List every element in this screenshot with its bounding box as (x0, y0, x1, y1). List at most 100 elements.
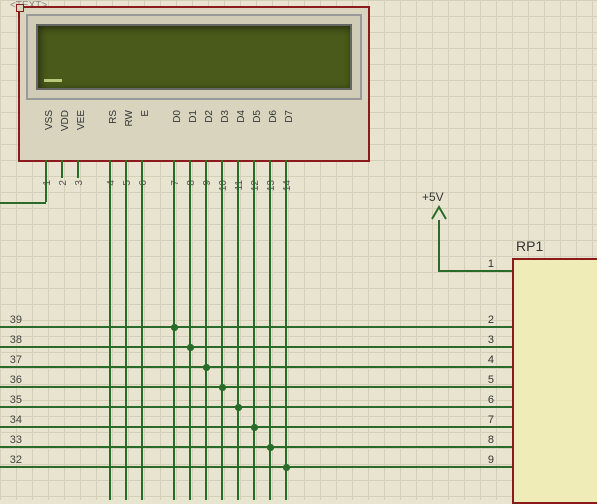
rp1-pin-number: 4 (480, 354, 494, 366)
pin-stub (173, 160, 175, 178)
pin-stub (269, 160, 271, 178)
pin-stub (496, 366, 512, 368)
wire (205, 178, 207, 500)
pin-stub (0, 386, 30, 388)
rp1-pin-number: 8 (480, 434, 494, 446)
wire (253, 178, 255, 500)
pin-stub (496, 466, 512, 468)
pin-stub (221, 160, 223, 178)
pin-number: 14 (282, 180, 293, 191)
pin-stub (0, 366, 30, 368)
wire (30, 466, 286, 468)
junction-icon (219, 384, 226, 391)
pin-number: 6 (138, 180, 149, 186)
junction-icon (187, 344, 194, 351)
wire (285, 178, 287, 500)
wire (438, 220, 440, 272)
lcd-frame (26, 14, 362, 100)
pin-stub (125, 160, 127, 178)
rp1-pin-number: 1 (480, 258, 494, 270)
mcu-pin-number: 34 (2, 414, 22, 426)
pin-stub (237, 160, 239, 178)
lcd-pin-label: VDD (60, 110, 71, 131)
wire (254, 426, 496, 428)
wire (30, 326, 174, 328)
rp1-component[interactable] (512, 258, 597, 504)
pin-stub (496, 326, 512, 328)
pin-number: 3 (74, 180, 85, 186)
wire (30, 346, 190, 348)
wire (30, 426, 254, 428)
junction-icon (235, 404, 242, 411)
rp1-pin-number: 2 (480, 314, 494, 326)
junction-icon (171, 324, 178, 331)
wire (269, 178, 271, 500)
pin-number: 8 (186, 180, 197, 186)
rp1-pin-number: 6 (480, 394, 494, 406)
wire (30, 366, 206, 368)
lcd-pin-label: D1 (188, 110, 199, 123)
lcd-pin-label: D2 (204, 110, 215, 123)
junction-icon (203, 364, 210, 371)
pin-stub (0, 346, 30, 348)
rp1-pin-number: 7 (480, 414, 494, 426)
lcd-screen (36, 24, 352, 90)
wire (206, 366, 496, 368)
mcu-pin-number: 33 (2, 434, 22, 446)
wire (30, 446, 270, 448)
lcd-pin-label: E (140, 110, 151, 117)
pin-stub (253, 160, 255, 178)
lcd-pin-label: D6 (268, 110, 279, 123)
lcd-pin-label: D0 (172, 110, 183, 123)
pin-stub (0, 446, 30, 448)
pin-stub (496, 446, 512, 448)
lcd-pin-label: VSS (44, 110, 55, 130)
pin-stub (285, 160, 287, 178)
lcd-pin-label: RW (124, 110, 135, 126)
rp1-pin-number: 3 (480, 334, 494, 346)
lcd-pin-label: D7 (284, 110, 295, 123)
power-label: +5V (422, 190, 444, 204)
junction-icon (267, 444, 274, 451)
wire (189, 178, 191, 500)
wire (190, 346, 496, 348)
lcd-component[interactable]: VSSVDDVEERSRWED0D1D2D3D4D5D6D7 (18, 6, 370, 162)
pin-stub (77, 160, 79, 178)
wire (173, 178, 175, 500)
pin-number: 7 (170, 180, 181, 186)
pin-stub (141, 160, 143, 178)
pin-number: 9 (202, 180, 213, 186)
junction-icon (251, 424, 258, 431)
pin-stub (496, 270, 512, 272)
junction-icon (283, 464, 290, 471)
anchor-icon (16, 4, 24, 12)
pin-number: 11 (234, 180, 245, 190)
wire (45, 178, 47, 202)
pin-stub (496, 346, 512, 348)
rp1-pin-number: 9 (480, 454, 494, 466)
pin-number: 4 (106, 180, 117, 186)
wire (238, 406, 496, 408)
lcd-pin-label: D5 (252, 110, 263, 123)
pin-stub (45, 160, 47, 178)
wire (237, 178, 239, 500)
pin-number: 10 (218, 180, 229, 191)
pin-stub (0, 466, 30, 468)
pin-stub (496, 386, 512, 388)
mcu-pin-number: 39 (2, 314, 22, 326)
lcd-pin-label: VEE (76, 110, 87, 130)
wire (141, 178, 143, 500)
lcd-cursor (44, 79, 62, 82)
pin-number: 5 (122, 180, 133, 186)
wire (30, 406, 238, 408)
rp1-refdes: RP1 (516, 238, 543, 254)
pin-number: 2 (58, 180, 69, 186)
pin-stub (496, 406, 512, 408)
pin-stub (205, 160, 207, 178)
mcu-pin-number: 38 (2, 334, 22, 346)
pin-number: 1 (42, 180, 53, 186)
lcd-pin-label: RS (108, 110, 119, 124)
rp1-pin-number: 5 (480, 374, 494, 386)
mcu-pin-number: 36 (2, 374, 22, 386)
pin-stub (0, 426, 30, 428)
